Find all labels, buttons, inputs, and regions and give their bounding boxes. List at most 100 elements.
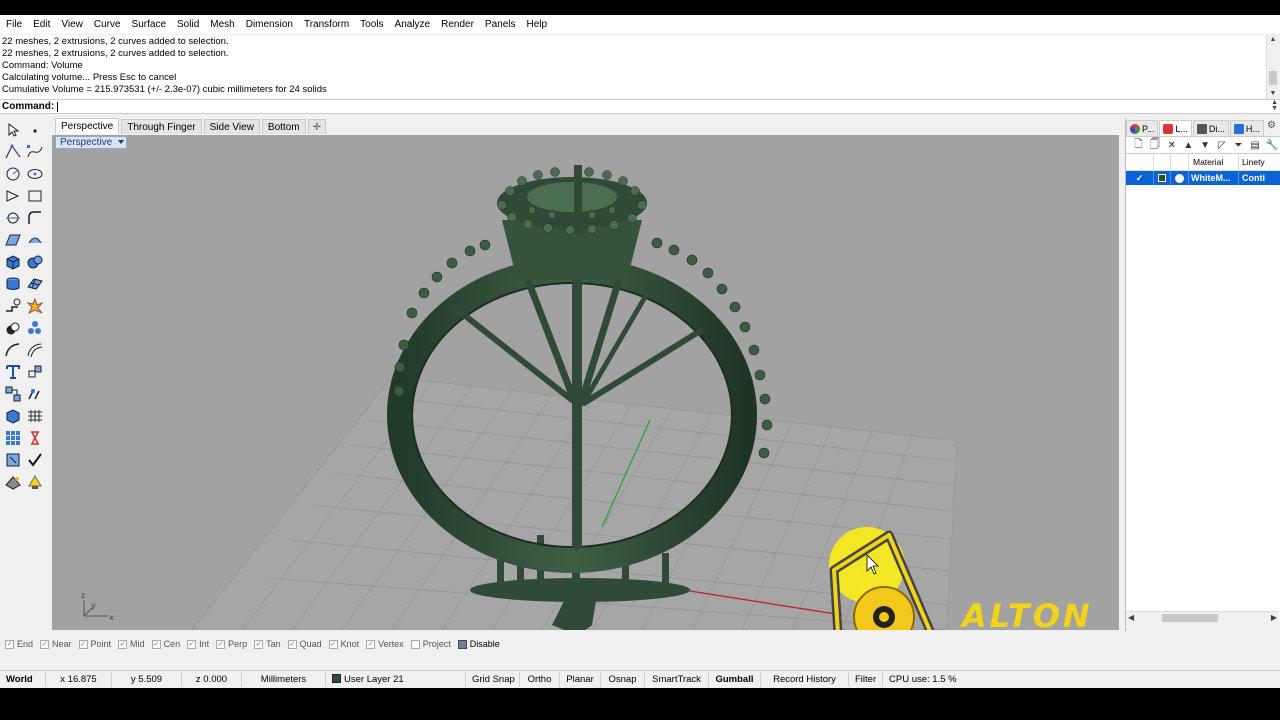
delete-layer-icon[interactable]: ✕ <box>1163 140 1180 151</box>
analyze-icon[interactable] <box>4 451 22 469</box>
command-spin-icon[interactable]: ▲ ▼ <box>1271 99 1278 112</box>
box-solid-icon[interactable] <box>4 253 22 271</box>
move-down-icon[interactable]: ▼ <box>1197 140 1214 151</box>
layer-color-swatch[interactable] <box>1154 171 1171 185</box>
new-layer-icon[interactable]: 🗋 <box>1130 137 1147 154</box>
osnap-end[interactable]: ✓ End <box>5 639 33 649</box>
history-scrollbar[interactable]: ▲ ▼ <box>1266 35 1278 99</box>
render-icon[interactable] <box>4 297 22 315</box>
cplane-status[interactable]: World <box>0 671 46 687</box>
new-sublayer-icon[interactable]: 🗍 <box>1147 137 1164 154</box>
menu-edit[interactable]: Edit <box>33 19 50 30</box>
select-arrow-icon[interactable] <box>4 121 22 139</box>
fillet-curve-icon[interactable] <box>26 209 44 227</box>
perspective-viewport[interactable]: Perspective z y x <box>52 135 1119 630</box>
ellipse-icon[interactable] <box>26 165 44 183</box>
checkbox-icon[interactable]: ✓ <box>366 639 376 649</box>
drafting-icon[interactable] <box>26 297 44 315</box>
layer-material-value[interactable]: WhiteM... <box>1189 171 1239 185</box>
gumball-toggle[interactable]: Gumball <box>709 671 761 687</box>
check-icon[interactable] <box>26 451 44 469</box>
checkbox-icon[interactable]: ✓ <box>287 639 297 649</box>
checkbox-icon[interactable]: ✓ <box>40 639 50 649</box>
text-icon[interactable] <box>4 363 22 381</box>
smarttrack-toggle[interactable]: SmartTrack <box>645 671 709 687</box>
tab-side-view[interactable]: Side View <box>203 119 260 134</box>
layer-status[interactable]: User Layer 21 <box>326 671 466 687</box>
scroll-thumb[interactable] <box>1269 71 1277 85</box>
osnap-quad[interactable]: ✓ Quad <box>287 639 322 649</box>
osnap-tan[interactable]: ✓ Tan <box>254 639 281 649</box>
units-status[interactable]: Millimeters <box>242 671 326 687</box>
menu-render[interactable]: Render <box>441 19 474 30</box>
layer-row[interactable]: ✓ WhiteM... Conti <box>1126 171 1280 185</box>
tab-display[interactable]: Di... <box>1192 120 1229 136</box>
transform-icon[interactable] <box>4 385 22 403</box>
menu-file[interactable]: File <box>6 19 22 30</box>
viewport-label[interactable]: Perspective <box>55 136 128 149</box>
checkbox-icon[interactable]: ✓ <box>328 639 338 649</box>
solid-tools-icon[interactable] <box>26 253 44 271</box>
checkbox-icon[interactable]: ✓ <box>216 639 226 649</box>
filter-toggle[interactable]: Filter <box>849 671 883 687</box>
surface-tools-icon[interactable] <box>26 231 44 249</box>
osnap-near[interactable]: ✓ Near <box>40 639 72 649</box>
polygon-icon[interactable] <box>4 187 22 205</box>
menu-help[interactable]: Help <box>527 19 548 30</box>
move-parent-icon[interactable]: ◸ <box>1213 140 1230 151</box>
tools-wrench-icon[interactable]: 🔧 <box>1263 140 1280 151</box>
menu-solid[interactable]: Solid <box>177 19 199 30</box>
menu-dimension[interactable]: Dimension <box>246 19 293 30</box>
menu-mesh[interactable]: Mesh <box>210 19 234 30</box>
layer-linetype-value[interactable]: Conti <box>1239 171 1277 185</box>
tab-perspective[interactable]: Perspective <box>55 118 120 134</box>
mesh-icon[interactable] <box>26 275 44 293</box>
layer-states-icon[interactable]: ▤ <box>1247 140 1264 151</box>
polyline-icon[interactable] <box>4 143 22 161</box>
checkbox-icon[interactable] <box>410 639 420 649</box>
material-icon[interactable] <box>4 473 22 491</box>
column-linetype[interactable]: Linety <box>1239 154 1277 171</box>
current-layer-check-icon[interactable]: ✓ <box>1126 171 1154 185</box>
column-material[interactable]: Material <box>1189 153 1239 171</box>
checkbox-icon[interactable]: ✓ <box>118 639 128 649</box>
checkbox-icon[interactable]: ✓ <box>151 639 161 649</box>
history-icon[interactable] <box>26 429 44 447</box>
osnap-disable[interactable]: Disable <box>457 639 500 649</box>
tab-through-finger[interactable]: Through Finger <box>121 119 202 134</box>
checkbox-icon[interactable]: ✓ <box>254 639 264 649</box>
point-icon[interactable] <box>26 121 44 139</box>
scroll-left-icon[interactable]: ◀ <box>1128 612 1134 624</box>
osnap-point[interactable]: ✓ Point <box>78 639 111 649</box>
osnap-toggle[interactable]: Osnap <box>601 671 645 687</box>
tab-bottom[interactable]: Bottom <box>261 119 306 134</box>
circle-icon[interactable] <box>4 165 22 183</box>
checkbox-icon[interactable] <box>457 639 467 649</box>
menu-surface[interactable]: Surface <box>132 19 166 30</box>
tab-help[interactable]: H... <box>1229 120 1264 136</box>
layer-grid-icon[interactable] <box>26 407 44 425</box>
add-tab-icon[interactable]: ✛ <box>307 119 326 134</box>
menu-tools[interactable]: Tools <box>360 19 383 30</box>
ring-model-scene[interactable] <box>52 135 1119 630</box>
layer-hscrollbar[interactable]: ◀ ▶ <box>1126 611 1279 623</box>
move-icon[interactable] <box>26 363 44 381</box>
menu-curve[interactable]: Curve <box>94 19 121 30</box>
command-history[interactable]: 22 meshes, 2 extrusions, 2 curves added … <box>0 35 1266 99</box>
grid-snap-toggle[interactable]: Grid Snap <box>466 671 520 687</box>
offset-icon[interactable] <box>26 341 44 359</box>
osnap-int[interactable]: ✓ Int <box>187 639 209 649</box>
menu-analyze[interactable]: Analyze <box>395 19 431 30</box>
menu-transform[interactable]: Transform <box>304 19 349 30</box>
array-icon[interactable] <box>26 385 44 403</box>
viewport-dropdown-icon[interactable] <box>118 140 125 144</box>
fillet-icon[interactable] <box>4 341 22 359</box>
checkbox-icon[interactable]: ✓ <box>5 639 14 649</box>
planar-toggle[interactable]: Planar <box>560 671 601 687</box>
scroll-right-icon[interactable]: ▶ <box>1271 612 1277 624</box>
ortho-toggle[interactable]: Ortho <box>520 671 560 687</box>
record-history-toggle[interactable]: Record History <box>761 671 849 687</box>
array-grid-icon[interactable] <box>4 429 22 447</box>
menu-view[interactable]: View <box>61 19 83 30</box>
osnap-cen[interactable]: ✓ Cen <box>151 639 180 649</box>
